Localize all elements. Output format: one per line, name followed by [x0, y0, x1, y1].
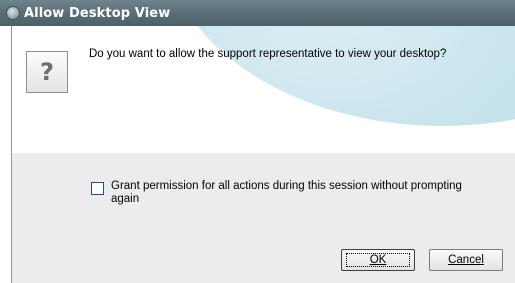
- dialog-content: ? Do you want to allow the support repre…: [11, 26, 515, 283]
- ok-button[interactable]: OK: [341, 249, 415, 271]
- ok-button-label: OK: [369, 254, 387, 266]
- title-bar[interactable]: Allow Desktop View: [0, 0, 515, 26]
- question-text: Do you want to allow the support represe…: [89, 48, 447, 60]
- cancel-button[interactable]: Cancel: [429, 249, 503, 271]
- grant-permission-label[interactable]: Grant permission for all actions during …: [111, 180, 491, 206]
- window-title: Allow Desktop View: [24, 5, 171, 21]
- cancel-button-label: Cancel: [448, 254, 484, 266]
- dialog-window: Allow Desktop View ? Do you want to allo…: [0, 0, 515, 283]
- app-globe-icon: [6, 6, 20, 20]
- message-area: ? Do you want to allow the support repre…: [12, 26, 515, 153]
- grant-permission-row[interactable]: Grant permission for all actions during …: [91, 180, 491, 206]
- decorative-swoosh: [162, 26, 515, 126]
- grant-permission-checkbox[interactable]: [91, 182, 104, 195]
- question-mark-icon: ?: [26, 51, 68, 93]
